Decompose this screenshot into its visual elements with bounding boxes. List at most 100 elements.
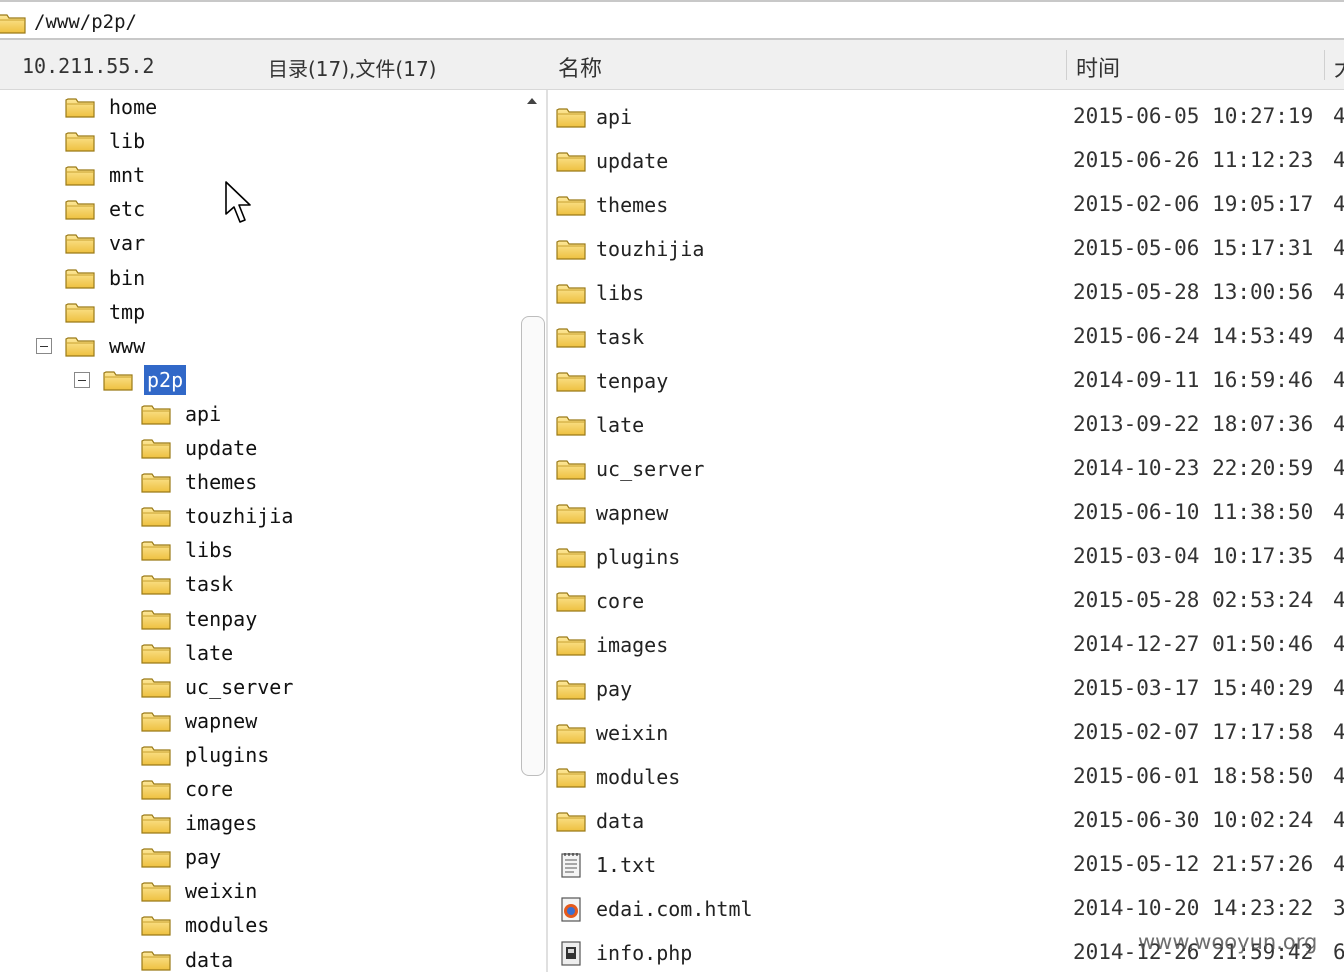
folder-icon <box>65 266 95 290</box>
tree-item-update[interactable]: update <box>141 432 260 464</box>
folder-icon <box>556 808 586 834</box>
folder-icon <box>141 913 171 937</box>
address-path[interactable]: /www/p2p/ <box>34 11 137 33</box>
folder-icon <box>556 412 586 438</box>
tree-item-wapnew[interactable]: wapnew <box>141 705 260 737</box>
folder-icon <box>556 588 586 614</box>
file-time: 2014-12-27 01:50:46 <box>1073 632 1314 656</box>
tree-item-api[interactable]: api <box>141 398 224 430</box>
folder-icon <box>141 641 171 665</box>
folder-icon <box>556 192 586 218</box>
folder-icon <box>141 470 171 494</box>
file-row[interactable]: pay 2015-03-17 15:40:29 4 <box>548 668 1344 708</box>
file-row[interactable]: 1.txt 2015-05-12 21:57:26 4 <box>548 844 1344 884</box>
column-name[interactable]: 名称 <box>558 51 602 83</box>
file-name: task <box>596 325 645 349</box>
file-size: 4 <box>1333 720 1344 744</box>
tree-item-label: images <box>185 811 258 836</box>
file-row[interactable]: touzhijia 2015-05-06 15:17:31 4 <box>548 228 1344 268</box>
tree-item-libs[interactable]: libs <box>141 534 236 566</box>
file-row[interactable]: tenpay 2014-09-11 16:59:46 4 <box>548 360 1344 400</box>
scroll-thumb[interactable] <box>521 316 545 776</box>
folder-icon <box>556 676 586 702</box>
file-row[interactable]: libs 2015-05-28 13:00:56 4 <box>548 272 1344 312</box>
folder-icon <box>65 197 95 221</box>
file-row[interactable]: edai.com.html 2014-10-20 14:23:22 3 <box>548 888 1344 928</box>
file-row[interactable]: update 2015-06-26 11:12:23 4 <box>548 140 1344 180</box>
file-row[interactable]: modules 2015-06-01 18:58:50 4 <box>548 756 1344 796</box>
tree-item-data[interactable]: data <box>141 944 236 972</box>
tree-item-plugins[interactable]: plugins <box>141 739 272 771</box>
folder-icon <box>65 334 95 358</box>
tree-item-late[interactable]: late <box>141 637 236 669</box>
file-size: 4 <box>1333 808 1344 832</box>
file-time: 2015-06-05 10:27:19 <box>1073 104 1314 128</box>
tree-item-home[interactable]: home <box>65 91 160 123</box>
tree-item-pay[interactable]: pay <box>141 841 224 873</box>
file-size: 4 <box>1333 148 1344 172</box>
tree-item-label: home <box>109 95 158 119</box>
scroll-up-icon[interactable] <box>527 98 537 104</box>
folder-icon <box>556 632 586 658</box>
tree-item-mnt[interactable]: mnt <box>65 159 148 191</box>
file-row[interactable]: task 2015-06-24 14:53:49 4 <box>548 316 1344 356</box>
file-name: update <box>596 149 669 173</box>
folder-icon <box>556 368 586 394</box>
folder-icon <box>556 280 586 306</box>
folder-tree[interactable]: home lib mnt etc var bin tmp www p2p api update the… <box>0 90 548 972</box>
file-time: 2015-02-07 17:17:58 <box>1073 720 1314 744</box>
tree-item-label: wapnew <box>185 708 258 733</box>
tree-item-var[interactable]: var <box>65 227 148 259</box>
folder-icon <box>141 675 171 699</box>
tree-item-touzhijia[interactable]: touzhijia <box>141 500 296 532</box>
file-row[interactable]: plugins 2015-03-04 10:17:35 4 <box>548 536 1344 576</box>
file-time: 2015-06-10 11:38:50 <box>1073 500 1314 524</box>
file-row[interactable]: uc_server 2014-10-23 22:20:59 4 <box>548 448 1344 488</box>
file-row[interactable]: themes 2015-02-06 19:05:17 4 <box>548 184 1344 224</box>
file-size: 4 <box>1333 544 1344 568</box>
file-list[interactable]: api 2015-06-05 10:27:19 4 update 2015-06-26 … <box>548 90 1344 972</box>
watermark: www.wooyun.org <box>1138 930 1318 954</box>
file-row[interactable]: late 2013-09-22 18:07:36 4 <box>548 404 1344 444</box>
tree-item-lib[interactable]: lib <box>65 125 148 157</box>
tree-scrollbar[interactable] <box>520 90 548 972</box>
file-row[interactable]: core 2015-05-28 02:53:24 4 <box>548 580 1344 620</box>
tree-item-etc[interactable]: etc <box>65 193 148 225</box>
file-row[interactable]: data 2015-06-30 10:02:24 4 <box>548 800 1344 840</box>
file-name: info.php <box>596 941 693 965</box>
column-separator[interactable] <box>1066 50 1067 80</box>
tree-item-core[interactable]: core <box>141 773 236 805</box>
column-separator[interactable] <box>1324 50 1325 80</box>
file-row[interactable]: wapnew 2015-06-10 11:38:50 4 <box>548 492 1344 532</box>
file-size: 4 <box>1333 852 1344 876</box>
tree-item-label: late <box>185 640 234 665</box>
file-name: edai.com.html <box>596 897 753 921</box>
file-size: 4 <box>1333 764 1344 788</box>
tree-item-tenpay[interactable]: tenpay <box>141 603 260 635</box>
folder-icon <box>556 720 586 746</box>
tree-item-images[interactable]: images <box>141 807 260 839</box>
tree-item-tmp[interactable]: tmp <box>65 296 148 328</box>
column-time[interactable]: 时间 <box>1076 51 1120 83</box>
collapse-icon[interactable] <box>36 337 52 354</box>
tree-item-p2p[interactable]: p2p <box>103 364 187 396</box>
tree-item-label: pay <box>185 845 222 870</box>
folder-icon <box>141 538 171 562</box>
file-row[interactable]: images 2014-12-27 01:50:46 4 <box>548 624 1344 664</box>
address-bar[interactable]: /www/p2p/ <box>0 0 1344 40</box>
collapse-icon[interactable] <box>74 371 90 388</box>
tree-item-label: plugins <box>185 742 270 767</box>
tree-item-bin[interactable]: bin <box>65 262 148 294</box>
directory-summary: 目录(17),文件(17) <box>268 57 437 81</box>
file-size: 4 <box>1333 632 1344 656</box>
tree-item-task[interactable]: task <box>141 568 236 600</box>
file-row[interactable]: api 2015-06-05 10:27:19 4 <box>548 96 1344 136</box>
tree-item-uc_server[interactable]: uc_server <box>141 671 296 703</box>
tree-item-weixin[interactable]: weixin <box>141 875 260 907</box>
column-size[interactable]: 大 <box>1334 51 1344 83</box>
tree-item-modules[interactable]: modules <box>141 909 272 941</box>
tree-item-themes[interactable]: themes <box>141 466 260 498</box>
file-row[interactable]: weixin 2015-02-07 17:17:58 4 <box>548 712 1344 752</box>
tree-item-label: api <box>185 401 222 426</box>
tree-item-www[interactable]: www <box>65 330 148 362</box>
